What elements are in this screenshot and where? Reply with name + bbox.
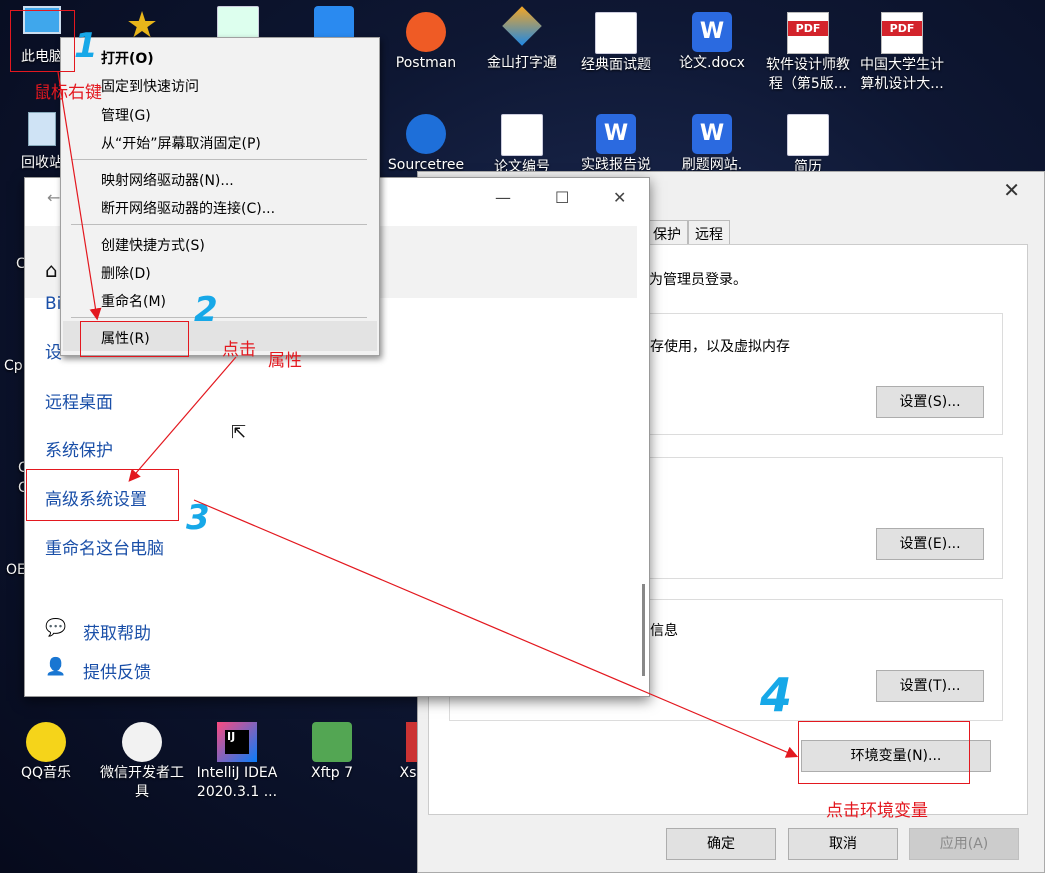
annotation-arrows	[57, 71, 799, 758]
arrow-to-properties	[57, 71, 102, 321]
arrow-to-advanced	[128, 356, 237, 482]
arrow-to-env	[193, 499, 799, 758]
